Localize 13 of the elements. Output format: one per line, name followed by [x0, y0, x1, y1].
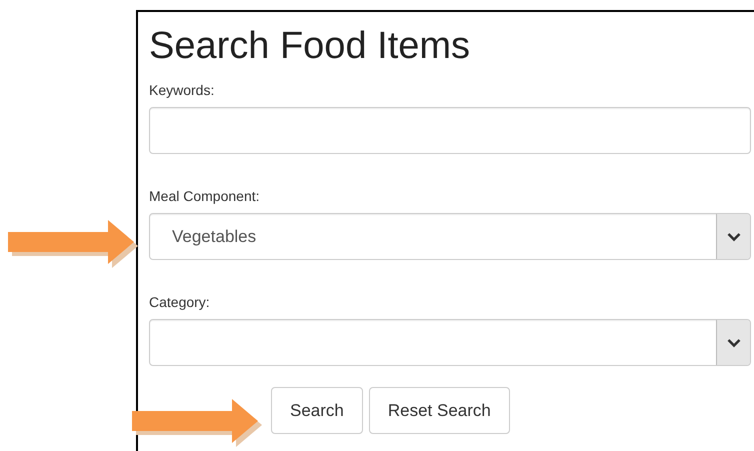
keywords-field[interactable] — [149, 107, 751, 154]
dropdown-button[interactable] — [716, 214, 750, 259]
select-field[interactable]: Vegetables — [149, 213, 751, 260]
chevron-down-icon — [726, 232, 740, 242]
field-label: Meal Component: — [149, 188, 260, 204]
select-field[interactable] — [149, 319, 751, 366]
dropdown-button[interactable] — [716, 320, 750, 365]
field-label: Category: — [149, 294, 210, 310]
reset-button[interactable]: Reset Search — [368, 387, 510, 434]
page-title: Search Food Items — [149, 24, 472, 68]
chevron-down-icon — [726, 338, 740, 348]
search-button[interactable]: Search — [271, 387, 363, 434]
field-label: Keywords: — [149, 82, 214, 98]
